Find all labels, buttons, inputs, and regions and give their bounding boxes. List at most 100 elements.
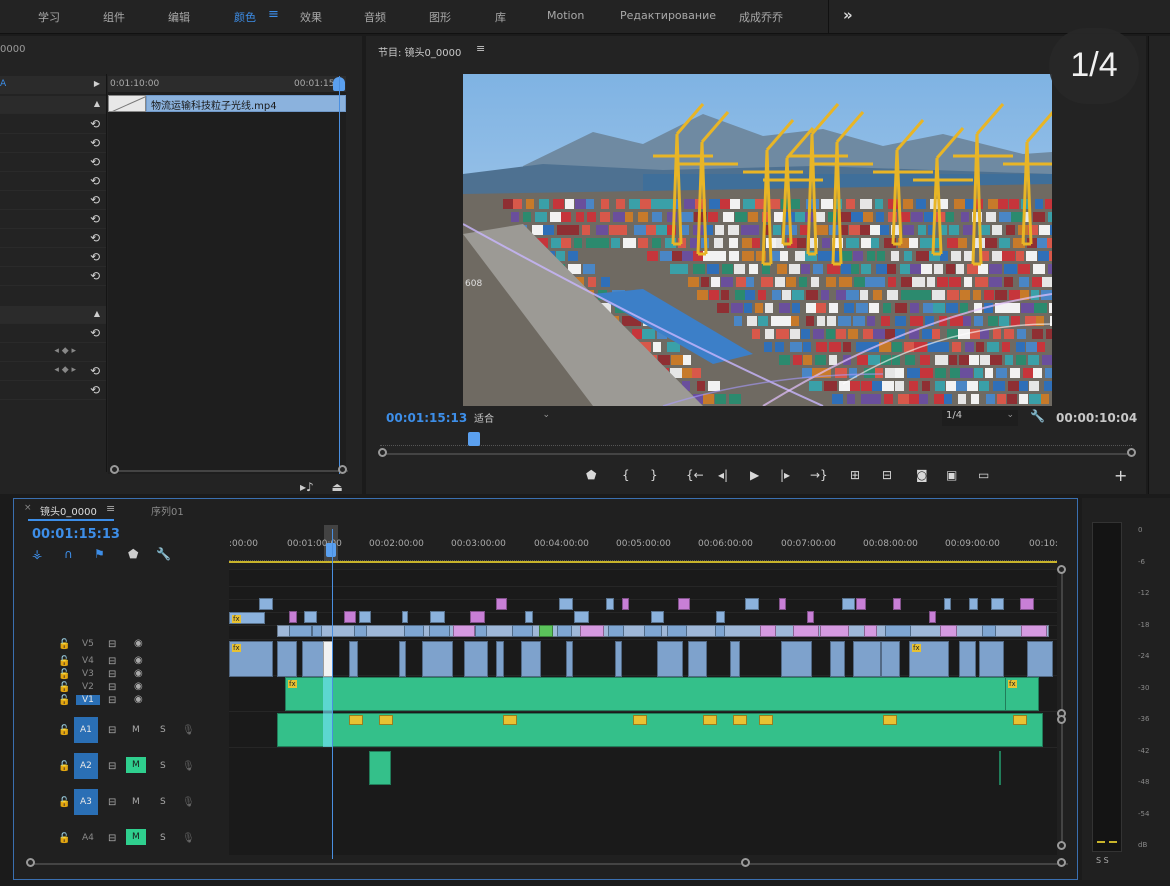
effect-property-row[interactable]: ⟲ ◂ ◆ ▸ (0, 363, 106, 381)
scroll-knob-right[interactable] (1057, 858, 1066, 867)
eye-icon[interactable]: ◉ (134, 694, 143, 705)
audio-clip-a1[interactable] (781, 641, 812, 677)
monitor-playhead[interactable] (468, 432, 480, 446)
video-clip[interactable] (842, 598, 855, 610)
tab-active-sequence[interactable]: 镜头0_0000 (40, 503, 97, 518)
audio-clip-a1[interactable] (959, 641, 976, 677)
video-clip[interactable] (807, 611, 814, 623)
solo-button[interactable]: S (160, 761, 166, 771)
add-button-icon[interactable]: + (1114, 466, 1127, 485)
timeline-timecode[interactable]: 00:01:15:13 (32, 527, 120, 542)
effect-property-row[interactable]: ⟲ (0, 230, 106, 248)
audio-clip-a1[interactable] (830, 641, 845, 677)
compare-view-icon[interactable]: ▣ (946, 468, 957, 482)
scroll-knob-top[interactable] (1057, 565, 1066, 574)
reset-icon[interactable]: ⟲ (90, 231, 100, 245)
effect-property-row[interactable]: ◂ ◆ ▸ (0, 344, 106, 362)
track-area[interactable]: fx fx fx fx fx (229, 569, 1057, 855)
video-clip-v1[interactable] (982, 625, 996, 637)
video-clip-v1[interactable] (539, 625, 553, 637)
audio-vertical-scrollbar[interactable] (1061, 717, 1063, 845)
audio-clip-a2[interactable]: fx (285, 677, 1039, 711)
eye-icon[interactable]: ◉ (134, 638, 143, 649)
reset-icon[interactable]: ⟲ (90, 136, 100, 150)
video-clip-v1[interactable] (864, 625, 877, 637)
monitor-scrollbar[interactable] (380, 453, 1132, 455)
reset-icon[interactable]: ⟲ (90, 155, 100, 169)
keyframe-nav-icon[interactable]: ◂ ◆ ▸ (54, 346, 76, 356)
mic-icon[interactable]: 🎙 (182, 833, 195, 844)
fx-badge[interactable] (503, 715, 517, 725)
video-clip-v1[interactable] (277, 625, 1049, 637)
audio-clip-a1[interactable] (1027, 641, 1053, 677)
tab-other-sequence[interactable]: 序列01 (151, 503, 184, 518)
video-clip-v1[interactable] (793, 625, 819, 637)
effect-property-row[interactable]: ⟲ (0, 211, 106, 229)
reset-icon[interactable]: ⟲ (90, 117, 100, 131)
collapse-triangle-icon[interactable]: ▲ (94, 309, 100, 318)
panel-menu-icon[interactable]: ≡ (106, 502, 115, 515)
workspace-tab[interactable]: 音频 (364, 9, 386, 25)
effect-section-header[interactable]: ▲ (0, 96, 106, 114)
eye-icon[interactable]: ◉ (134, 681, 143, 692)
reset-icon[interactable]: ⟲ (90, 364, 100, 378)
video-clip[interactable] (574, 611, 589, 623)
go-to-out-icon[interactable]: →} (810, 468, 828, 482)
video-clip-v1[interactable] (475, 625, 487, 637)
video-clip-v1[interactable] (429, 625, 450, 637)
wrench-icon[interactable]: 🔧 (1030, 409, 1045, 423)
video-clip-v1[interactable] (644, 625, 662, 637)
audio-clip-a1[interactable] (657, 641, 683, 677)
video-clip[interactable] (893, 598, 901, 610)
video-clip[interactable] (496, 598, 507, 610)
workspace-tab[interactable]: 成成乔乔 (739, 9, 783, 25)
workspace-tab[interactable]: 编辑 (168, 9, 190, 25)
effect-clip[interactable]: 物流运输科技粒子光线.mp4 (146, 95, 346, 112)
effect-property-row[interactable]: ⟲ (0, 382, 106, 400)
overflow-chevron-icon[interactable]: » (843, 6, 853, 24)
extract-icon[interactable]: ⊟ (882, 468, 892, 482)
effect-header-strip[interactable]: ▶ (0, 76, 106, 94)
workspace-tab[interactable]: Motion (547, 9, 584, 22)
workspace-menu-icon[interactable]: ≡ (268, 7, 279, 22)
resolution-dropdown[interactable]: 1/4 ⌄ (942, 410, 1018, 426)
fx-badge[interactable] (1013, 715, 1027, 725)
sync-lock-icon[interactable]: ⊟ (108, 669, 116, 680)
mic-icon[interactable]: 🎙 (182, 725, 195, 736)
effect-property-row[interactable]: ⟲ (0, 154, 106, 172)
close-icon[interactable]: × (24, 503, 32, 513)
filter-audio-icon[interactable]: ▸♪ (300, 480, 314, 494)
fx-badge[interactable] (379, 715, 393, 725)
add-marker-icon[interactable]: ⬟ (128, 547, 138, 561)
video-clip-v1[interactable] (608, 625, 624, 637)
video-clip-v1[interactable] (820, 625, 849, 637)
video-clip[interactable] (969, 598, 978, 610)
video-clip-v1[interactable] (404, 625, 424, 637)
video-clip[interactable] (402, 611, 408, 623)
sync-lock-icon[interactable]: ⊟ (108, 639, 116, 650)
workspace-tab[interactable]: Редактирование (620, 9, 716, 22)
mic-icon[interactable]: 🎙 (182, 797, 195, 808)
workspace-tab[interactable]: 库 (495, 9, 506, 25)
timeline-horizontal-scrollbar[interactable] (28, 863, 1068, 865)
video-clip[interactable] (716, 611, 725, 623)
lock-icon[interactable]: 🔓 (58, 725, 70, 736)
audio-clip-a1[interactable] (521, 641, 541, 677)
scroll-knob-right[interactable] (1127, 448, 1136, 457)
video-clip-v1[interactable] (312, 625, 322, 637)
scroll-knob-left[interactable] (110, 465, 119, 474)
video-clip[interactable] (856, 598, 866, 610)
nest-icon[interactable]: ⚶ (32, 547, 42, 561)
workspace-tab[interactable]: 图形 (429, 9, 451, 25)
audio-clip-a1[interactable] (881, 641, 900, 677)
lift-icon[interactable]: ⊞ (850, 468, 860, 482)
sync-lock-icon[interactable]: ⊟ (108, 656, 116, 667)
video-clip[interactable] (344, 611, 356, 623)
video-clip[interactable] (289, 611, 297, 623)
fx-badge[interactable] (759, 715, 773, 725)
play-icon[interactable]: ▶ (750, 468, 759, 482)
fx-badge[interactable] (349, 715, 363, 725)
audio-clip-a1[interactable] (688, 641, 707, 677)
video-clip-v1[interactable] (760, 625, 776, 637)
sync-lock-icon[interactable]: ⊟ (108, 725, 116, 736)
